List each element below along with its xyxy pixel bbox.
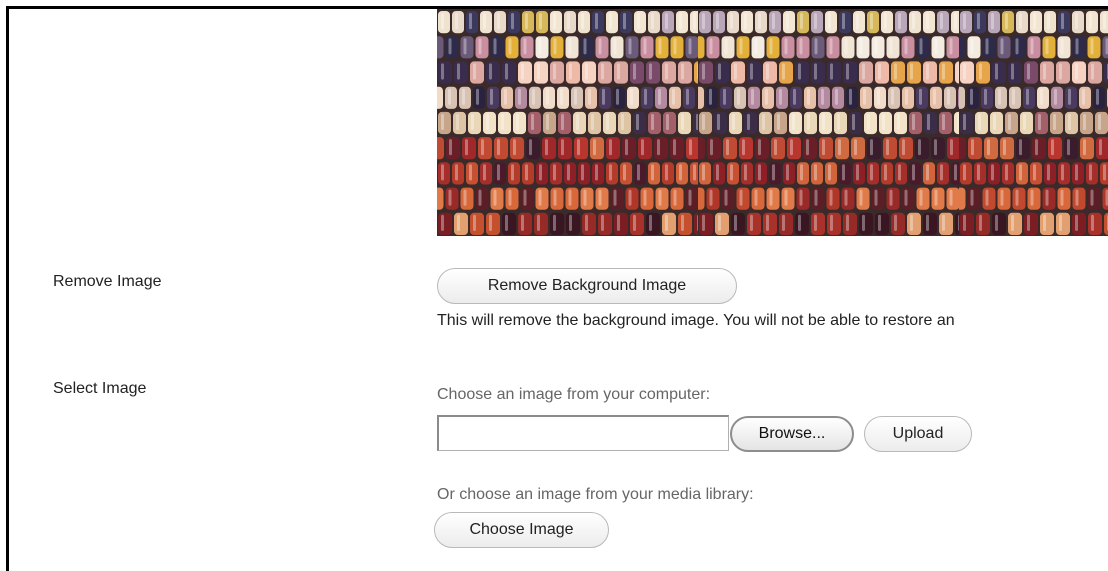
media-library-hint: Or choose an image from your media libra… — [437, 486, 754, 503]
remove-background-image-button[interactable]: Remove Background Image — [437, 268, 737, 304]
upload-button[interactable]: Upload — [864, 416, 972, 452]
browse-button[interactable]: Browse... — [730, 416, 854, 452]
preview-tile — [698, 9, 959, 236]
file-path-field[interactable] — [437, 415, 729, 451]
preview-tile — [959, 9, 1108, 236]
upload-hint: Choose an image from your computer: — [437, 386, 711, 403]
choose-image-button[interactable]: Choose Image — [434, 512, 609, 548]
select-image-label: Select Image — [53, 380, 147, 397]
frame-border-left — [6, 6, 9, 571]
preview-tile — [437, 9, 698, 236]
remove-image-label: Remove Image — [53, 273, 162, 290]
custom-background-settings: Remove Image Remove Background Image Thi… — [0, 0, 1108, 571]
remove-image-description: This will remove the background image. Y… — [437, 312, 955, 329]
background-image-preview — [437, 9, 1108, 236]
